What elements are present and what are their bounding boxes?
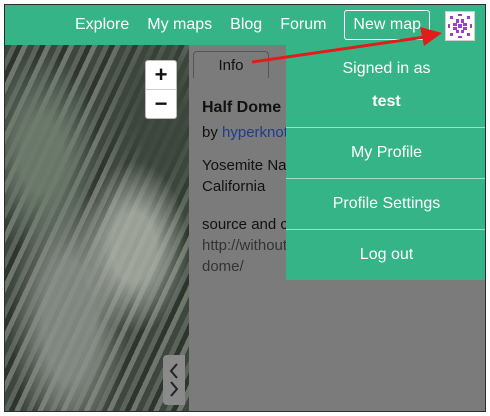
location-line-1: Yosemite National Park, — [202, 157, 292, 174]
chevron-right-icon — [170, 381, 179, 397]
avatar-identicon-icon — [446, 12, 474, 40]
chevron-left-icon — [169, 363, 178, 379]
location-text: Yosemite National Park, California — [202, 155, 292, 197]
source-url-line-2[interactable]: dome/ — [202, 256, 292, 277]
nav-links: Explore My maps Blog Forum New map — [75, 5, 430, 45]
nav-my-maps[interactable]: My maps — [147, 16, 212, 34]
nav-blog[interactable]: Blog — [230, 16, 262, 34]
app-window: + − Info Half Dome by hyperknot Yosemite… — [4, 4, 486, 412]
author-link[interactable]: hyperknot — [222, 124, 288, 141]
nav-forum[interactable]: Forum — [280, 16, 326, 34]
signed-in-username: test — [372, 93, 401, 110]
menu-my-profile[interactable]: My Profile — [286, 128, 485, 178]
author-line: by hyperknot — [202, 122, 292, 143]
source-url-line-1[interactable]: http://withoutbeta.com/half- — [202, 235, 292, 256]
top-navbar: Explore My maps Blog Forum New map — [5, 5, 485, 45]
zoom-out-button[interactable]: − — [146, 89, 176, 118]
user-avatar-button[interactable] — [445, 11, 475, 41]
zoom-control: + − — [145, 60, 177, 119]
zoom-in-button[interactable]: + — [146, 61, 176, 89]
collapse-panel-button[interactable] — [163, 355, 185, 405]
map-title: Half Dome — [202, 99, 282, 116]
menu-profile-settings[interactable]: Profile Settings — [286, 179, 485, 229]
source-text: source and credit: http://withoutbeta.co… — [202, 214, 292, 277]
signed-in-label: Signed in as — [342, 60, 431, 77]
source-label: source and credit: — [202, 216, 292, 233]
info-content: Half Dome by hyperknot Yosemite National… — [202, 97, 292, 277]
menu-log-out[interactable]: Log out — [286, 230, 485, 280]
by-label: by — [202, 124, 218, 141]
new-map-button[interactable]: New map — [344, 10, 430, 40]
nav-explore[interactable]: Explore — [75, 16, 129, 34]
location-line-2: California — [202, 178, 266, 195]
tab-info[interactable]: Info — [193, 51, 269, 78]
user-dropdown-menu: Signed in as test My Profile Profile Set… — [286, 45, 485, 280]
